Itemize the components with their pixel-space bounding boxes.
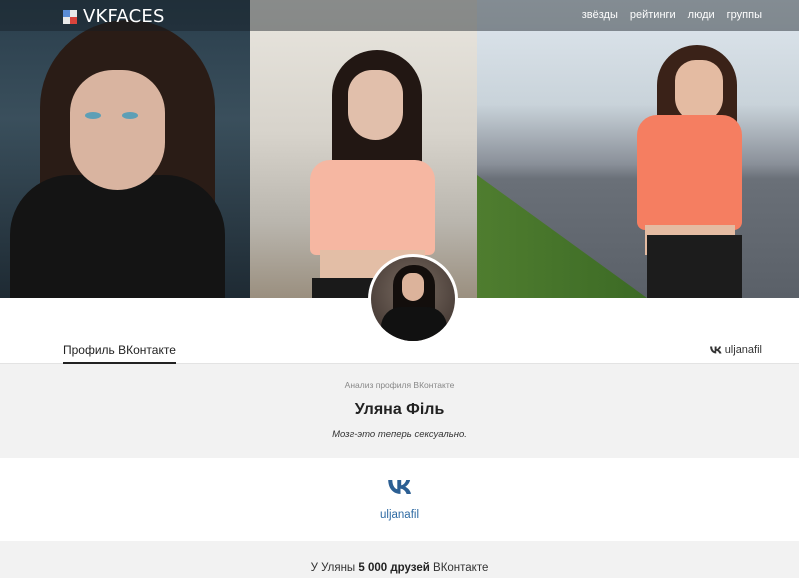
cover-photo-2[interactable] [250,0,477,298]
vkfaces-logo-icon [63,9,77,24]
tab-vk-profile[interactable]: Профиль ВКонтакте [63,343,176,364]
vk-logo-icon[interactable] [387,480,412,494]
logo-text: VKFACES [83,6,165,27]
vk-profile-link[interactable]: uljanafil [0,509,799,521]
main-nav: звёзды рейтинги люди группы [582,9,762,21]
nav-link-ratings[interactable]: рейтинги [630,9,676,21]
profile-status: Мозг-это теперь сексуально. [332,429,467,440]
nav-link-people[interactable]: люди [688,9,715,21]
analysis-label: Анализ профиля ВКонтакте [344,380,455,390]
profile-avatar[interactable] [368,254,458,344]
site-logo[interactable]: VKFACES [63,6,165,27]
vk-link-section: uljanafil [0,458,799,541]
profile-summary: Анализ профиля ВКонтакте Уляна Філь Мозг… [0,364,799,458]
top-navigation-bar: VKFACES звёзды рейтинги люди группы [0,0,799,31]
nav-link-stars[interactable]: звёзды [582,9,618,21]
profile-name: Уляна Філь [354,401,445,418]
friends-section: У Уляны 5 000 друзей ВКонтакте [0,541,799,578]
nav-link-groups[interactable]: группы [727,9,762,21]
cover-photo-1[interactable] [0,0,250,298]
profile-tab-bar: Профиль ВКонтакте uljanafil [0,340,799,364]
cover-photo-3[interactable] [477,0,799,298]
friends-count: 5 000 друзей [358,562,430,574]
vk-logo-icon [709,346,722,354]
friends-count-text: У Уляны 5 000 друзей ВКонтакте [310,562,489,574]
vk-username: uljanafil [724,344,762,356]
hero-photos: VKFACES звёзды рейтинги люди группы [0,0,799,298]
vk-username-link[interactable]: uljanafil [709,344,762,356]
